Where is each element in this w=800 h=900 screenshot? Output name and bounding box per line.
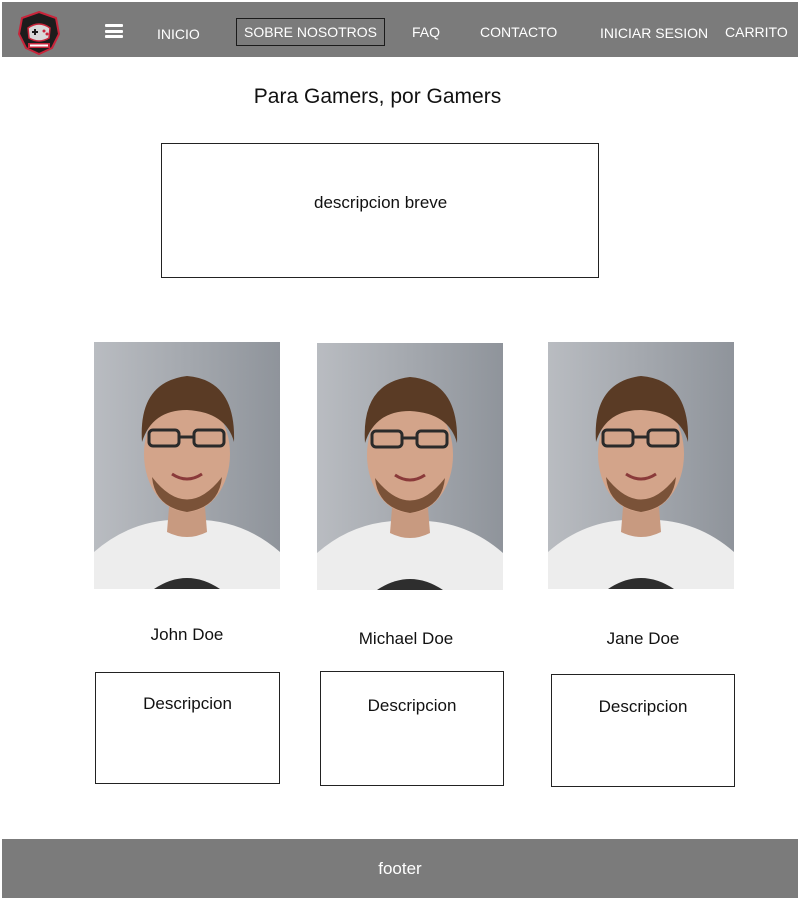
nav-item-faq[interactable]: FAQ (412, 23, 440, 41)
team-member-description-box: Descripcion (95, 672, 280, 784)
footer-label: footer (378, 858, 422, 878)
team-member-photo (317, 343, 503, 590)
team-member-photo (94, 342, 280, 589)
team-member-description: Descripcion (367, 696, 457, 715)
nav-item-sobre-nosotros[interactable]: SOBRE NOSOTROS (236, 18, 386, 46)
nav-item-carrito[interactable]: CARRITO (725, 23, 788, 41)
page-title: Para Gamers, por Gamers (253, 85, 502, 108)
team-member-description: Descripcion (143, 694, 232, 713)
team-member-name: John Doe (150, 625, 224, 644)
brief-description-text: descripcion breve (314, 193, 448, 212)
team-member-description-box: Descripcion (551, 674, 735, 787)
team-member-name: Michael Doe (358, 629, 454, 648)
team-member-description-box: Descripcion (320, 671, 504, 786)
team-member-name: Jane Doe (606, 629, 680, 648)
team-member-photo (548, 342, 734, 589)
page-footer: footer (2, 839, 798, 898)
hamburger-menu-icon[interactable] (105, 24, 123, 38)
nav-item-iniciar-sesion[interactable]: INICIAR SESION (600, 24, 708, 42)
nav-item-inicio[interactable]: INICIO (157, 25, 200, 43)
brief-description-box: descripcion breve (161, 143, 599, 278)
nav-item-contacto[interactable]: CONTACTO (480, 23, 557, 41)
team-member-description: Descripcion (598, 697, 688, 716)
gamer-logo-icon[interactable] (16, 10, 62, 56)
top-navbar: INICIO SOBRE NOSOTROS FAQ CONTACTO INICI… (2, 2, 798, 57)
